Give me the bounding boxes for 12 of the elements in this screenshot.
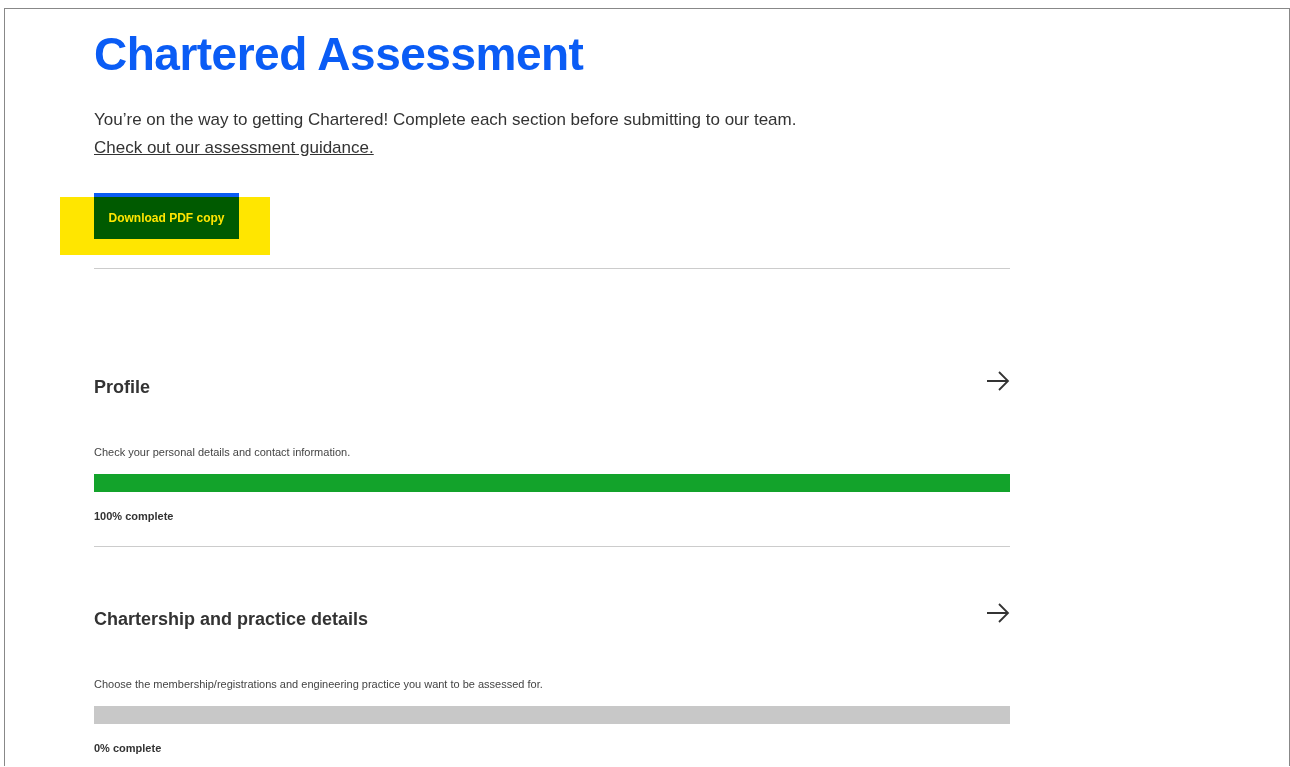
progress-label: 100% complete (94, 510, 175, 522)
arrow-right-icon[interactable] (986, 371, 1010, 391)
arrow-right-icon[interactable] (986, 603, 1010, 623)
section-description: Choose the membership/registrations and engineering practice you want to be assessed for. (94, 677, 544, 691)
section-description: Check your personal details and contact information. (94, 445, 352, 459)
section-title: Profile (94, 376, 150, 398)
download-button[interactable]: Download PDF copy (94, 193, 239, 239)
page-title: Chartered Assessment (94, 27, 585, 81)
section-title: Chartership and practice details (94, 608, 369, 630)
intro-text: You’re on the way to getting Chartered! Complete each section before submitting to our team. (94, 109, 798, 131)
progress-label: 0% complete (94, 742, 163, 754)
guidance-link[interactable]: Check out our assessment guidance. (94, 138, 374, 158)
